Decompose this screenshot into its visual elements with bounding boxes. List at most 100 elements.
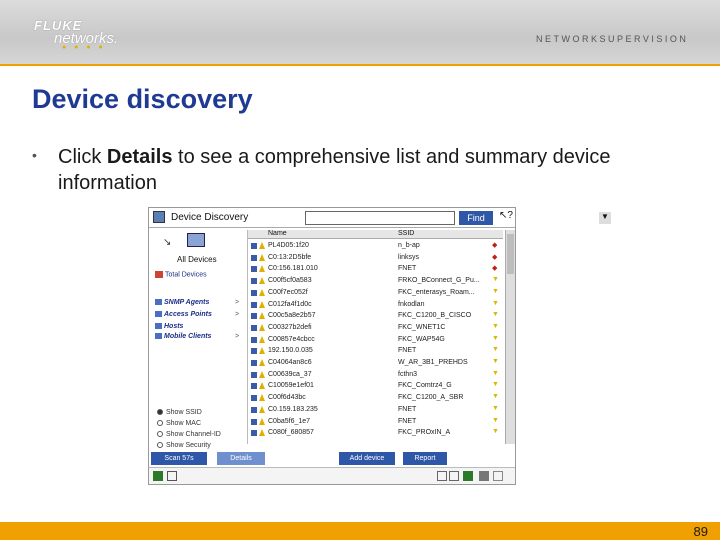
yellow-arrow-icon: ▼ [492,393,499,401]
table-row[interactable]: C0ba5f6_1e7 FNET ▼ [248,417,503,427]
device-list[interactable]: Name SSID PL4D05:1f20 n_b-ap ◆ C0:13:2D5bfe… [247,230,503,444]
radio-icon [157,431,163,438]
logo-dots-icon: ● ● ● ● [62,44,106,51]
host-icon [155,323,162,330]
yellow-arrow-icon: ▼ [492,299,499,307]
table-row[interactable]: C080f_680857 FKC_PROxIN_A ▼ [248,428,503,438]
device-name: C012fa4f1d0c [268,300,312,308]
yellow-arrow-icon: ▼ [492,334,499,342]
warning-icon [259,417,265,425]
yellow-arrow-icon: ▼ [492,322,499,330]
table-row[interactable]: C0:156.181.010 FNET ◆ [248,264,503,274]
device-icon [251,243,257,249]
radio-show-mac[interactable]: Show MAC [157,420,201,427]
window-icon[interactable] [167,471,177,481]
category-hosts[interactable]: Hosts [155,323,183,330]
radio-label: Show Security [166,442,211,449]
table-row[interactable]: C00f5cf0a583 FRKO_BConnect_G_Pu... ▼ [248,276,503,286]
red-arrow-icon: ◆ [492,253,498,261]
device-name: C00639ca_37 [268,370,312,378]
report-button[interactable]: Report [403,452,447,465]
radio-label: Show Channel-ID [166,431,221,438]
device-ssid: FNET [398,405,417,413]
table-row[interactable]: C0:13:2D5bfe linksys ◆ [248,253,503,263]
device-icon [251,278,257,285]
chevron-right-icon[interactable]: > [235,333,239,340]
chevron-right-icon[interactable]: > [235,299,239,306]
snmp-icon [155,299,162,306]
device-name: C00c5a8e2b57 [268,312,316,320]
device-ssid: FKC_WNET1C [398,323,446,331]
table-row[interactable]: C04064an8c6 W_AR_3B1_PREHDS ▼ [248,358,503,368]
device-ssid: FNET [398,265,417,273]
column-header-name[interactable]: Name [268,230,287,237]
app-launch-icon[interactable] [153,471,163,481]
device-ssid: FKC_C1200_B_CISCO [398,312,472,320]
table-row[interactable]: C00f6d43bc FKC_C1200_A_SBR ▼ [248,393,503,403]
radio-icon [157,442,163,449]
search-input[interactable]: ▼ [305,211,611,225]
warning-icon [259,300,265,308]
device-ssid: FKC_Comtrz4_G [398,382,452,390]
power-icon[interactable] [493,471,503,481]
device-icon [251,254,257,261]
device-name: C00f6d43bc [268,394,306,402]
device-icon [251,313,257,320]
radio-show-ssid[interactable]: Show SSID [157,409,202,416]
table-row[interactable]: C00f7ec052f FKC_enterasys_Roam... ▼ [248,288,503,298]
bullet-text-bold: Details [106,146,173,168]
table-row[interactable]: C00c5a8e2b57 FKC_C1200_B_CISCO ▼ [248,311,503,321]
device-name: PL4D05:1f20 [268,242,309,249]
device-icon [251,371,257,378]
tagline: NETWORKSUPERVISION [536,34,689,44]
list-header: Name SSID [248,230,503,239]
chevron-down-icon[interactable]: ▼ [599,212,611,224]
app-icon [153,211,165,223]
device-ssid: n_b-ap [398,242,420,249]
lock-icon[interactable] [449,471,459,481]
total-devices-item[interactable]: Total Devices [155,271,207,278]
all-devices-icon[interactable] [187,233,205,247]
category-snmp-agents[interactable]: SNMP Agents [155,299,209,306]
table-row[interactable]: C00327b2defi FKC_WNET1C ▼ [248,323,503,333]
help-pointer-icon[interactable]: ↖? [499,210,513,221]
table-row[interactable]: 192.150.0.035 FNET ▼ [248,346,503,356]
scrollbar-thumb[interactable] [507,234,514,274]
device-name: C080f_680857 [268,429,314,437]
table-row[interactable]: C00639ca_37 fcthn3 ▼ [248,370,503,380]
warning-icon [259,370,265,378]
radio-show-channel[interactable]: Show Channel-ID [157,431,221,438]
keyboard-icon[interactable] [437,471,447,481]
scan-button[interactable]: Scan 57s [151,452,207,465]
category-label: Access Points [164,311,212,318]
category-mobile-clients[interactable]: Mobile Clients [155,333,211,340]
table-row[interactable]: C00857e4cbcc FKC_WAP54G ▼ [248,335,503,345]
category-access-points[interactable]: Access Points [155,311,212,318]
add-device-button[interactable]: Add device [339,452,395,465]
warning-icon [259,347,265,355]
yellow-arrow-icon: ▼ [492,276,499,284]
category-label: Mobile Clients [164,333,212,340]
device-icon [251,336,257,343]
table-row[interactable]: C012fa4f1d0c fnkodlan ▼ [248,300,503,310]
device-name: C0.159.183.235 [268,405,318,413]
table-row[interactable]: C10059e1ef01 FKC_Comtrz4_G ▼ [248,381,503,391]
slide-title: Device discovery [32,84,253,114]
table-row[interactable]: PL4D05:1f20 n_b-ap ◆ [248,241,503,251]
table-row[interactable]: C0.159.183.235 FNET ▼ [248,405,503,415]
device-ssid: linksys [398,253,420,261]
device-icon [251,395,257,402]
vertical-scrollbar[interactable] [505,230,515,444]
expand-arrow-icon[interactable]: ↘ [163,237,171,248]
details-button[interactable]: Details [217,452,265,465]
radio-show-security[interactable]: Show Security [157,442,211,449]
device-icon [251,406,257,413]
all-devices-label[interactable]: All Devices [177,255,217,264]
device-name: 192.150.0.035 [268,347,313,355]
warning-icon [259,323,265,331]
column-header-ssid[interactable]: SSID [398,230,414,237]
device-ssid: FKC_WAP54G [398,335,445,343]
device-icon [251,383,257,390]
chevron-right-icon[interactable]: > [235,311,239,318]
find-button[interactable]: Find [459,211,493,225]
